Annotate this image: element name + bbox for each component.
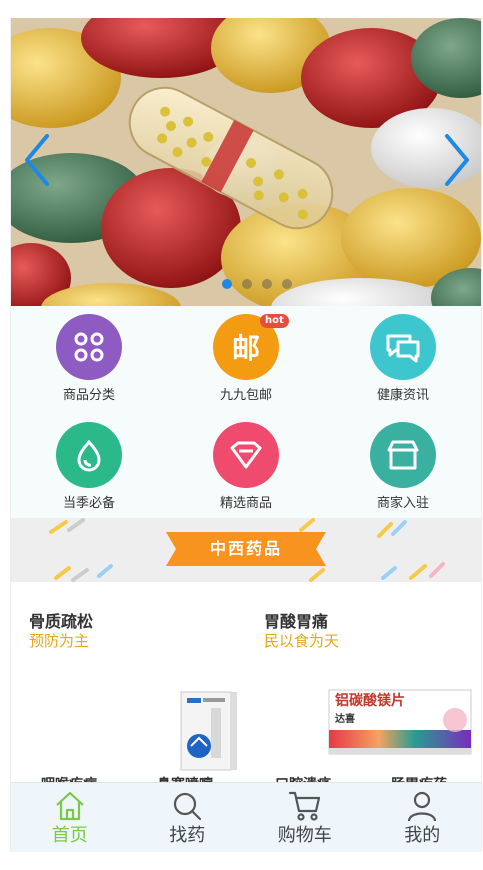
banner-next-arrow-icon[interactable] xyxy=(439,130,473,190)
quick-nav: 商品分类 邮 hot 九九包邮 健康资讯 当季必备 精选商品 商家入驻 xyxy=(11,306,481,518)
medicine-pack-image: 铝碳酸镁片 达喜 xyxy=(327,688,473,756)
tab-find-medicine[interactable]: 找药 xyxy=(129,783,247,852)
chat-icon xyxy=(370,314,436,380)
diamond-icon xyxy=(213,422,279,488)
quick-nav-featured[interactable]: 精选商品 xyxy=(168,414,324,520)
quick-nav-label: 商品分类 xyxy=(62,388,115,403)
product-title: 骨质疏松 xyxy=(29,612,94,631)
product-section: 骨质疏松 预防为主 胃酸胃痛 民以食为天 铝碳酸镁片 达喜 xyxy=(11,582,481,793)
carousel-dot[interactable] xyxy=(262,279,272,289)
hot-badge: hot xyxy=(260,314,289,328)
pack-brand: 达喜 xyxy=(335,714,355,725)
grid-icon xyxy=(56,314,122,380)
product-subtitle: 预防为主 xyxy=(29,632,90,650)
quick-nav-health-news[interactable]: 健康资讯 xyxy=(325,306,481,412)
tab-label: 找药 xyxy=(169,825,206,846)
quick-nav-product-categories[interactable]: 商品分类 xyxy=(11,306,167,412)
product-title: 胃酸胃痛 xyxy=(264,612,329,631)
cart-icon xyxy=(288,791,320,821)
quick-nav-label: 当季必备 xyxy=(62,496,115,511)
tab-mine[interactable]: 我的 xyxy=(364,783,482,852)
carousel-dots xyxy=(222,279,292,289)
mail-char-glyph: 邮 xyxy=(231,332,260,365)
banner-prev-arrow-icon[interactable] xyxy=(21,130,55,190)
quick-nav-seasonal[interactable]: 当季必备 xyxy=(11,414,167,520)
medicine-box-image xyxy=(180,691,237,771)
tab-cart[interactable]: 购物车 xyxy=(246,783,364,852)
user-icon xyxy=(408,791,437,822)
store-icon xyxy=(370,422,436,488)
banner-carousel[interactable] xyxy=(11,18,481,306)
pack-label: 铝碳酸镁片 xyxy=(335,693,405,709)
quick-nav-label: 健康资讯 xyxy=(376,388,429,403)
quick-nav-label: 九九包邮 xyxy=(219,388,272,403)
search-icon xyxy=(174,792,202,821)
quick-nav-free-shipping[interactable]: 邮 hot 九九包邮 xyxy=(168,306,324,412)
app-frame: 商品分类 邮 hot 九九包邮 健康资讯 当季必备 精选商品 商家入驻 中西药品… xyxy=(10,18,482,852)
section-header: 中西药品 xyxy=(11,518,481,582)
carousel-dot[interactable] xyxy=(242,279,252,289)
banner-image xyxy=(11,18,481,306)
drop-icon xyxy=(56,422,122,488)
bottom-tab-bar: 首页 找药 购物车 我的 xyxy=(11,782,481,852)
carousel-dot[interactable] xyxy=(282,279,292,289)
section-title: 中西药品 xyxy=(209,539,282,558)
carousel-dot[interactable] xyxy=(222,279,232,289)
quick-nav-label: 精选商品 xyxy=(219,496,272,511)
tab-label: 我的 xyxy=(404,825,441,846)
quick-nav-merchant-join[interactable]: 商家入驻 xyxy=(325,414,481,520)
tab-home[interactable]: 首页 xyxy=(11,783,129,852)
quick-nav-label: 商家入驻 xyxy=(376,496,429,511)
tab-label: 首页 xyxy=(51,825,88,846)
product-subtitle: 民以食为天 xyxy=(264,632,340,650)
home-icon xyxy=(56,791,84,821)
tab-label: 购物车 xyxy=(277,825,332,846)
